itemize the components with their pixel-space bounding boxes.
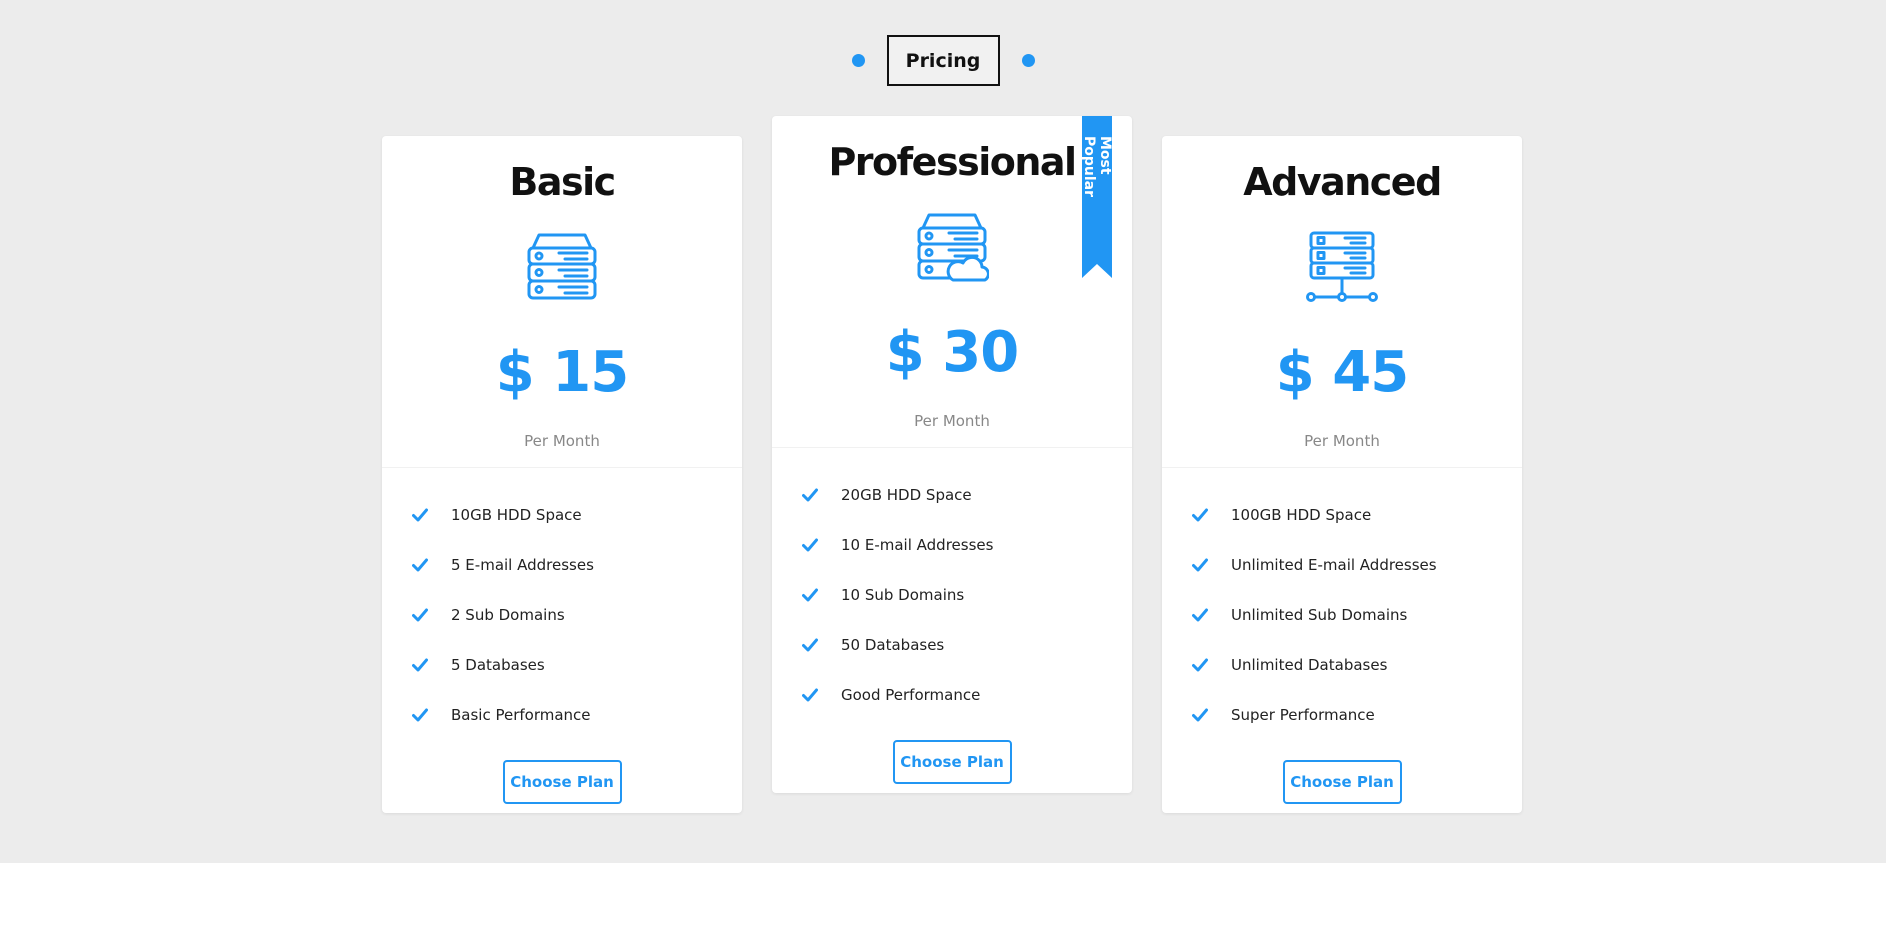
feature-label: 5 E-mail Addresses [451,556,594,574]
section-heading: Pricing [0,35,1886,86]
check-icon [1192,658,1208,672]
feature-label: Unlimited E-mail Addresses [1231,556,1437,574]
feature-list: 100GB HDD Space Unlimited E-mail Address… [1162,468,1522,740]
heading-dot-right [1021,54,1035,67]
feature-label: Basic Performance [451,706,591,724]
plan-name: Professional [828,140,1077,184]
feature-label: 10 E-mail Addresses [841,536,994,554]
plan-card-advanced: Advanced $ 45 Per Month 100GB HDD Space … [1162,136,1522,813]
button-wrap: Choose Plan [1162,740,1522,804]
check-icon [412,558,428,572]
network-server-icon [1306,231,1378,302]
plan-price: $ 30 [885,320,1019,385]
plan-card-professional: Professional $ 30 Per Month Most Popular… [772,116,1132,793]
feature-label: Good Performance [841,686,981,704]
heading-dot-left [851,54,865,67]
plan-period: Per Month [914,412,990,430]
feature-item: Unlimited Databases [1192,640,1522,690]
feature-item: 5 Databases [412,640,742,690]
plan-name: Advanced [1243,160,1442,204]
check-icon [412,708,428,722]
check-icon [1192,708,1208,722]
plan-period: Per Month [1304,432,1380,450]
plan-header: Professional $ 30 Per Month [772,116,1132,448]
choose-plan-button-professional[interactable]: Choose Plan [892,740,1012,784]
choose-plan-button-advanced[interactable]: Choose Plan [1282,760,1402,804]
feature-item: 10GB HDD Space [412,490,742,540]
feature-item: Unlimited E-mail Addresses [1192,540,1522,590]
feature-label: Unlimited Sub Domains [1231,606,1408,624]
feature-label: 10GB HDD Space [451,506,582,524]
section-title: Pricing [886,35,1000,86]
plan-header: Basic $ 15 Per Month [382,136,742,468]
feature-label: 5 Databases [451,656,545,674]
check-icon [802,488,818,502]
feature-label: 10 Sub Domains [841,586,965,604]
button-wrap: Choose Plan [772,720,1132,784]
check-icon [1192,608,1208,622]
feature-list: 10GB HDD Space 5 E-mail Addresses 2 Sub … [382,468,742,740]
plan-price: $ 15 [495,340,629,405]
check-icon [1192,508,1208,522]
feature-item: Good Performance [802,670,1132,720]
feature-label: 2 Sub Domains [451,606,565,624]
feature-item: Unlimited Sub Domains [1192,590,1522,640]
feature-label: Unlimited Databases [1231,656,1388,674]
feature-item: Basic Performance [412,690,742,740]
feature-label: Super Performance [1231,706,1375,724]
plan-price: $ 45 [1275,340,1409,405]
plan-card-basic: Basic $ 15 Per Month 10GB HDD Space 5 E-… [382,136,742,813]
button-wrap: Choose Plan [382,740,742,804]
feature-label: 20GB HDD Space [841,486,972,504]
cloud-server-icon [917,213,989,282]
feature-item: Super Performance [1192,690,1522,740]
check-icon [412,508,428,522]
plan-header: Advanced $ 45 Per Month [1162,136,1522,468]
choose-plan-button-basic[interactable]: Choose Plan [502,760,622,804]
most-popular-ribbon: Most Popular [1081,116,1113,278]
check-icon [1192,558,1208,572]
feature-item: 10 E-mail Addresses [802,520,1132,570]
ribbon-label: Most Popular [1081,136,1113,198]
feature-item: 50 Databases [802,620,1132,670]
server-stack-icon [527,233,597,300]
check-icon [802,588,818,602]
feature-label: 100GB HDD Space [1231,506,1372,524]
pricing-section: Pricing Basic $ 15 Per Month 10GB HDD Sp… [0,0,1886,863]
plan-name: Basic [509,160,616,204]
check-icon [802,538,818,552]
feature-item: 100GB HDD Space [1192,490,1522,540]
check-icon [802,688,818,702]
check-icon [802,638,818,652]
feature-item: 10 Sub Domains [802,570,1132,620]
feature-item: 20GB HDD Space [802,470,1132,520]
check-icon [412,608,428,622]
plan-period: Per Month [524,432,600,450]
feature-label: 50 Databases [841,636,945,654]
check-icon [412,658,428,672]
feature-item: 2 Sub Domains [412,590,742,640]
feature-list: 20GB HDD Space 10 E-mail Addresses 10 Su… [772,448,1132,720]
feature-item: 5 E-mail Addresses [412,540,742,590]
